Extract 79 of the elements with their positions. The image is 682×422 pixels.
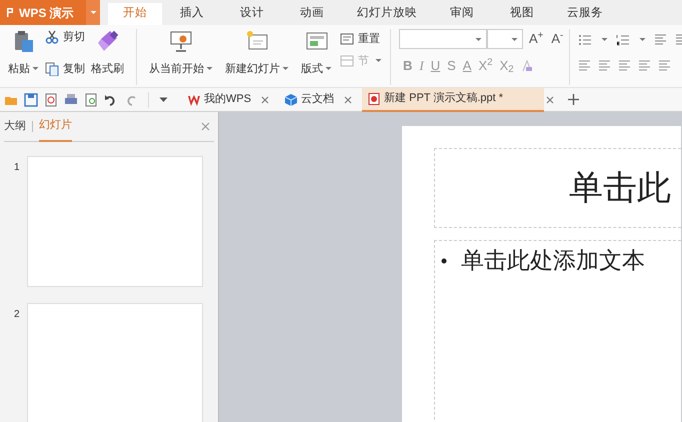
align-center-icon	[598, 60, 612, 71]
print-preview-icon	[84, 92, 98, 106]
ribbon-tab[interactable]: 设计	[222, 3, 282, 25]
bullet-list-icon	[578, 33, 592, 46]
toolbar-button[interactable]	[159, 96, 168, 102]
toolbar-button[interactable]	[44, 92, 58, 106]
ribbon-tab[interactable]: 动画	[282, 3, 342, 25]
caret-icon	[601, 37, 608, 42]
align-right-icon	[618, 60, 632, 71]
close-tab-button[interactable]	[261, 96, 270, 104]
ribbon-button[interactable]: 从当前开始	[145, 29, 217, 77]
distribute-icon	[658, 60, 672, 71]
panel-tab[interactable]: 大纲	[4, 112, 26, 142]
ribbon-button[interactable]: 格式刷	[87, 29, 128, 77]
close-tab-button[interactable]	[546, 96, 554, 104]
caret-icon	[511, 36, 518, 42]
ribbon-tab[interactable]: 插入	[162, 3, 222, 25]
print-icon	[64, 92, 78, 106]
ribbon-tab[interactable]: 幻灯片放映	[342, 3, 432, 25]
w-logo-icon	[188, 94, 200, 106]
ribbon-button[interactable]: 剪切	[45, 29, 85, 46]
new-tab-button[interactable]	[568, 94, 580, 105]
numbered-list-icon	[616, 33, 630, 46]
font-size-button[interactable]: A$^{+}$	[527, 29, 546, 49]
ribbon-tab[interactable]: 视图	[492, 3, 552, 25]
document-tab[interactable]: 我的WPS	[182, 88, 260, 112]
close-tab-button[interactable]	[344, 96, 352, 104]
caret-icon	[32, 66, 39, 72]
justify-icon	[638, 60, 652, 71]
caret-icon	[375, 58, 382, 64]
font-size-button[interactable]: A$^{-}$	[549, 29, 566, 49]
clear-format-icon	[520, 58, 533, 73]
export-pdf-icon	[44, 92, 58, 106]
close-icon	[261, 96, 270, 104]
slide-thumbnail[interactable]	[27, 156, 203, 287]
toolbar-button[interactable]	[24, 92, 38, 106]
ribbon-button[interactable]: 重置	[340, 31, 382, 48]
document-tab[interactable]: 新建 PPT 演示文稿.ppt *	[362, 88, 544, 112]
section-icon	[340, 54, 354, 68]
font-name-field[interactable]	[399, 29, 487, 49]
caret-icon	[282, 66, 289, 72]
brush-icon	[96, 29, 120, 53]
reset-icon	[340, 32, 354, 46]
cube-icon	[285, 94, 298, 106]
caret-icon	[475, 36, 482, 42]
caret-icon	[206, 66, 213, 72]
close-icon	[344, 96, 352, 104]
ribbon-tab[interactable]: 审阅	[432, 3, 492, 25]
align-left-icon	[578, 60, 592, 71]
copy-icon	[45, 62, 59, 76]
logo-icon	[6, 7, 15, 18]
document-tab[interactable]: 云文档	[279, 88, 342, 112]
body-placeholder[interactable]: 单击此处添加文本	[461, 244, 645, 278]
ribbon-tab[interactable]: 云服务	[552, 3, 618, 25]
caret-icon	[90, 10, 96, 15]
close-panel-button[interactable]	[201, 122, 210, 131]
save-icon	[24, 92, 38, 106]
caret-icon	[159, 96, 168, 102]
toolbar-button[interactable]	[84, 92, 98, 106]
close-icon	[201, 122, 210, 131]
ribbon-button[interactable]: 版式	[297, 29, 336, 77]
slide-number: 2	[14, 308, 20, 322]
close-icon	[546, 96, 554, 104]
slide-number: 1	[14, 161, 20, 175]
caret-icon	[325, 66, 332, 72]
slide-thumbnail[interactable]	[27, 303, 203, 422]
ribbon-tab[interactable]: 开始	[108, 3, 162, 25]
bullet-icon	[441, 258, 447, 264]
projector-icon	[169, 29, 193, 53]
ribbon-button[interactable]: 复制	[45, 60, 85, 77]
indent-icon	[654, 33, 668, 46]
title-placeholder[interactable]: 单击此	[434, 148, 681, 228]
caret-icon	[639, 37, 646, 42]
ribbon-button[interactable]: 粘贴	[4, 29, 43, 77]
ribbon-button[interactable]: 新建幻灯片	[221, 29, 293, 77]
font-size-field[interactable]	[487, 29, 523, 49]
presentation-file-icon	[368, 92, 380, 104]
scissors-icon	[45, 30, 59, 44]
plus-icon	[568, 94, 580, 105]
